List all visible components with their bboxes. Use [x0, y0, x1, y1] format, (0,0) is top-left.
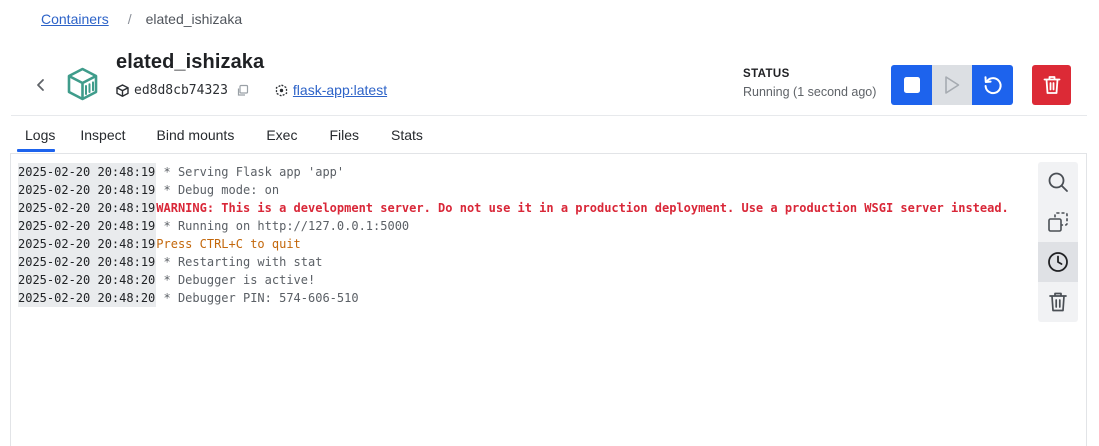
log-timestamp: 2025-02-20 20:48:19: [18, 181, 157, 199]
log-message: * Restarting with stat: [156, 255, 323, 269]
log-message: * Serving Flask app 'app': [156, 165, 345, 179]
cube-icon: [116, 83, 129, 97]
clock-icon: [1048, 252, 1068, 272]
log-line: 2025-02-20 20:48:20 * Debugger PIN: 574-…: [18, 289, 1009, 307]
breadcrumb: Containers / elated_ishizaka: [41, 11, 242, 27]
container-controls: [891, 65, 1013, 105]
tab-stats[interactable]: Stats: [391, 127, 423, 151]
log-timestamp: 2025-02-20 20:48:19: [18, 217, 157, 235]
log-toolbar: [1038, 162, 1078, 322]
search-logs-button[interactable]: [1038, 162, 1078, 202]
tab-bar: Logs Inspect Bind mounts Exec Files Stat…: [17, 127, 423, 152]
trash-icon: [1043, 76, 1060, 94]
container-name: elated_ishizaka: [116, 51, 265, 73]
breadcrumb-current: elated_ishizaka: [145, 11, 243, 27]
tab-label: Stats: [391, 127, 423, 143]
tab-label: Logs: [25, 127, 56, 143]
stop-icon: [903, 77, 920, 93]
timestamps-toggle[interactable]: [1038, 242, 1078, 282]
log-message: * Debugger is active!: [156, 273, 316, 287]
status-block: STATUS Running (1 second ago): [743, 68, 876, 99]
log-message: * Debugger PIN: 574-606-510: [156, 291, 359, 305]
image-link[interactable]: flask-app:latest: [293, 82, 387, 98]
log-line: 2025-02-20 20:48:19 Press CTRL+C to quit: [18, 235, 1009, 253]
copy-id-button[interactable]: [236, 84, 249, 97]
log-message: WARNING: This is a development server. D…: [156, 201, 1009, 215]
log-panel[interactable]: 2025-02-20 20:48:19 * Serving Flask app …: [10, 153, 1087, 446]
container-meta: ed8d8cb74323 flask-app:latest: [116, 82, 387, 98]
copy-logs-button[interactable]: [1038, 202, 1078, 242]
log-line: 2025-02-20 20:48:19 WARNING: This is a de…: [18, 199, 1009, 217]
stop-button[interactable]: [891, 65, 932, 105]
container-id: ed8d8cb74323: [134, 82, 228, 98]
tab-label: Files: [329, 127, 360, 143]
restart-icon: [984, 76, 1002, 95]
log-timestamp: 2025-02-20 20:48:19: [18, 163, 157, 181]
log-timestamp: 2025-02-20 20:48:19: [18, 235, 157, 253]
tab-label: Exec: [266, 127, 298, 143]
copy-icon: [1048, 212, 1068, 232]
tab-logs[interactable]: Logs: [17, 127, 56, 152]
log-line: 2025-02-20 20:48:19 * Serving Flask app …: [18, 163, 1009, 181]
tab-label: Inspect: [80, 127, 126, 143]
delete-button[interactable]: [1032, 65, 1071, 105]
log-timestamp: 2025-02-20 20:48:19: [18, 199, 157, 217]
image-layers-icon: [275, 83, 288, 97]
chevron-left-icon: [37, 79, 44, 91]
copy-icon: [237, 84, 249, 96]
log-lines: 2025-02-20 20:48:19 * Serving Flask app …: [18, 163, 1009, 307]
log-timestamp: 2025-02-20 20:48:19: [18, 253, 157, 271]
log-line: 2025-02-20 20:48:20 * Debugger is active…: [18, 271, 1009, 289]
log-message: Press CTRL+C to quit: [156, 237, 301, 251]
play-icon: [945, 76, 960, 94]
tab-inspect[interactable]: Inspect: [80, 127, 125, 151]
tab-files[interactable]: Files: [329, 127, 359, 151]
log-timestamp: 2025-02-20 20:48:20: [18, 289, 157, 307]
start-button[interactable]: [932, 65, 972, 105]
header-divider: [11, 115, 1087, 116]
search-icon: [1048, 172, 1068, 192]
status-text: Running (1 second ago): [743, 85, 877, 99]
log-message: * Running on http://127.0.0.1:5000: [156, 219, 410, 233]
container-box-icon: [67, 67, 98, 101]
tab-exec[interactable]: Exec: [266, 127, 297, 151]
log-line: 2025-02-20 20:48:19 * Restarting with st…: [18, 253, 1009, 271]
log-timestamp: 2025-02-20 20:48:20: [18, 271, 157, 289]
tab-label: Bind mounts: [156, 127, 235, 143]
log-line: 2025-02-20 20:48:19 * Debug mode: on: [18, 181, 1009, 199]
clear-logs-button[interactable]: [1038, 282, 1078, 322]
tab-bind-mounts[interactable]: Bind mounts: [157, 127, 235, 151]
breadcrumb-separator: /: [127, 11, 132, 27]
log-message: * Debug mode: on: [156, 183, 280, 197]
status-label: STATUS: [743, 68, 790, 80]
breadcrumb-containers-link[interactable]: Containers: [41, 11, 109, 27]
log-line: 2025-02-20 20:48:19 * Running on http://…: [18, 217, 1009, 235]
trash-icon: [1049, 292, 1067, 312]
back-button[interactable]: [30, 74, 52, 96]
restart-button[interactable]: [972, 65, 1013, 105]
